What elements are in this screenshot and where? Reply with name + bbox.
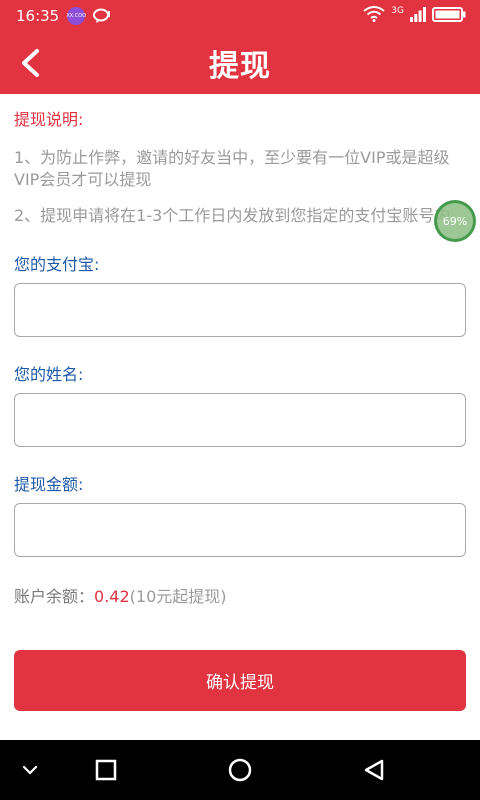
balance-label: 账户余额： (14, 587, 95, 606)
triangle-back-icon (364, 759, 384, 781)
status-left: 16:35 XX.COO (16, 7, 111, 25)
notice-title: 提现说明: (14, 110, 84, 129)
floating-progress-badge[interactable]: 69% (434, 200, 476, 242)
system-nav-bar (0, 740, 480, 800)
status-right: 3G (363, 6, 466, 26)
confirm-withdraw-button[interactable]: 确认提现 (14, 650, 466, 711)
alipay-input[interactable] (14, 283, 466, 337)
nav-hide-button[interactable] (0, 740, 60, 800)
chevron-left-icon (22, 49, 39, 77)
back-button[interactable] (10, 43, 50, 83)
amount-input[interactable] (14, 503, 466, 557)
battery-icon (432, 6, 466, 26)
float-badge-text: 69% (442, 214, 468, 228)
withdraw-form: 提现说明: 1、为防止作弊，邀请的好友当中，至少要有一位VIP或是超级VIP会员… (0, 94, 480, 608)
badge-text: XX.COO (66, 13, 87, 19)
name-label: 您的姓名: (14, 365, 84, 384)
balance-value: 0.42 (94, 587, 130, 606)
chat-notification-icon (93, 8, 111, 24)
balance-row: 账户余额：0.42(10元起提现) (14, 586, 466, 608)
status-bar: 16:35 XX.COO 3G (0, 0, 480, 32)
nav-recents-button[interactable] (76, 740, 136, 800)
app-notification-icon: XX.COO (66, 7, 87, 25)
wifi-icon (363, 6, 385, 26)
page-title: 提现 (209, 49, 271, 84)
name-input[interactable] (14, 393, 466, 447)
notice-item-1: 1、为防止作弊，邀请的好友当中，至少要有一位VIP或是超级VIP会员才可以提现 (14, 148, 450, 189)
nav-back-button[interactable] (344, 740, 404, 800)
circle-icon (228, 758, 252, 782)
status-time: 16:35 (16, 7, 60, 25)
alipay-label: 您的支付宝: (14, 255, 100, 274)
balance-note: (10元起提现) (129, 587, 227, 606)
network-type-label: 3G (391, 6, 404, 16)
chevron-down-icon (22, 765, 38, 775)
signal-icon (410, 6, 426, 26)
nav-home-button[interactable] (210, 740, 270, 800)
app-header: 提现 (0, 32, 480, 94)
notice-item-2: 2、提现申请将在1-3个工作日内发放到您指定的支付宝账号内 (14, 206, 451, 225)
amount-label: 提现金额: (14, 475, 84, 494)
square-icon (95, 759, 117, 781)
